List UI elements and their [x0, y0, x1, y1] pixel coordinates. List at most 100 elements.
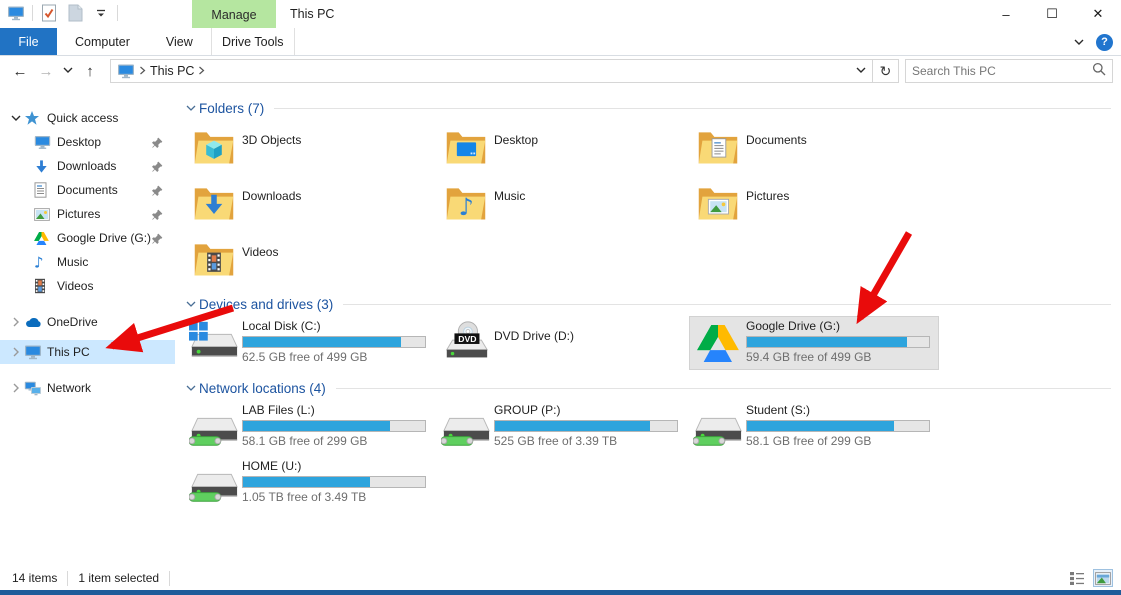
chevron-down-icon[interactable]	[183, 104, 199, 112]
up-button[interactable]: ↑	[80, 64, 100, 79]
properties-check-icon[interactable]	[39, 3, 59, 23]
tile-label: Google Drive (G:)	[746, 319, 938, 333]
contextual-group-manage[interactable]: Manage	[192, 0, 276, 29]
tab-drive-tools[interactable]: Drive Tools	[211, 28, 295, 55]
gdrive-big-icon	[697, 325, 739, 362]
tile-videos[interactable]: Videos	[185, 232, 435, 286]
quick-access-toolbar	[6, 3, 118, 23]
tab-view[interactable]: View	[148, 28, 211, 55]
downloads-icon	[34, 159, 49, 174]
network-icon	[24, 381, 42, 396]
free-space-text: 1.05 TB free of 3.49 TB	[242, 490, 434, 504]
close-button[interactable]: ✕	[1075, 0, 1121, 28]
tile-google-drive-g[interactable]: Google Drive (G:) 59.4 GB free of 499 GB	[689, 316, 939, 370]
sidebar-item-desktop[interactable]: Desktop	[0, 130, 175, 154]
ribbon-tab-row: File Computer View Drive Tools ?	[0, 28, 1121, 56]
sidebar-item-documents[interactable]: Documents	[0, 178, 175, 202]
sidebar-item-pictures[interactable]: Pictures	[0, 202, 175, 226]
chevron-right-icon[interactable]	[8, 317, 24, 327]
section-title: Folders (7)	[199, 101, 264, 116]
tile-desktop[interactable]: Desktop	[437, 120, 687, 174]
svg-text:DVD: DVD	[458, 334, 476, 344]
breadcrumb-separator-icon	[139, 64, 146, 78]
tile-label: 3D Objects	[242, 133, 434, 147]
sidebar-item-network[interactable]: Network	[0, 376, 175, 400]
sidebar-item-google-drive-g[interactable]: Google Drive (G:)	[0, 226, 175, 250]
minimize-button[interactable]: –	[983, 0, 1029, 28]
tile-music[interactable]: ♪Music	[437, 176, 687, 230]
folder-music-icon: ♪	[444, 180, 488, 226]
details-view-icon[interactable]	[1067, 569, 1087, 587]
tile-label: HOME (U:)	[242, 459, 434, 473]
tab-computer[interactable]: Computer	[57, 28, 148, 55]
tile-dvd-drive-d[interactable]: DVDDVD Drive (D:)	[437, 316, 687, 370]
chevron-down-icon[interactable]	[183, 300, 199, 308]
sidebar-item-downloads[interactable]: Downloads	[0, 154, 175, 178]
search-icon[interactable]	[1092, 62, 1106, 81]
folder-videos-icon	[192, 236, 236, 282]
sidebar-item-label: OneDrive	[47, 315, 98, 329]
tile-label: LAB Files (L:)	[242, 403, 434, 417]
status-separator	[169, 571, 170, 586]
section-header-network-locations-4[interactable]: Network locations (4)	[183, 378, 1113, 398]
sidebar-item-music[interactable]: ♪Music	[0, 250, 175, 274]
this-pc-icon[interactable]	[6, 3, 26, 23]
tile-3d-objects[interactable]: 3D Objects	[185, 120, 435, 174]
customize-toolbar-icon[interactable]	[91, 3, 111, 23]
tile-lab-files-l[interactable]: LAB Files (L:) 58.1 GB free of 299 GB	[185, 400, 435, 454]
tile-downloads[interactable]: Downloads	[185, 176, 435, 230]
chevron-down-icon[interactable]	[183, 384, 199, 392]
free-space-text: 58.1 GB free of 299 GB	[242, 434, 434, 448]
sidebar-item-videos[interactable]: Videos	[0, 274, 175, 298]
section-header-folders-7[interactable]: Folders (7)	[183, 98, 1113, 118]
net-drive-icon	[189, 461, 239, 505]
chevron-down-icon[interactable]	[8, 114, 24, 122]
tile-local-disk-c[interactable]: Local Disk (C:)62.5 GB free of 499 GB	[185, 316, 435, 370]
forward-button[interactable]: →	[36, 64, 56, 79]
free-space-text: 62.5 GB free of 499 GB	[242, 350, 434, 364]
refresh-icon[interactable]: ↻	[872, 60, 898, 82]
chevron-right-icon[interactable]	[8, 383, 24, 393]
free-space-text: 59.4 GB free of 499 GB	[746, 350, 938, 364]
capacity-bar	[242, 476, 426, 488]
sidebar-item-label: Quick access	[47, 111, 118, 125]
breadcrumb-separator-icon[interactable]	[198, 64, 205, 78]
address-bar[interactable]: This PC ↻	[110, 59, 899, 83]
sidebar-item-onedrive[interactable]: OneDrive	[0, 310, 175, 334]
thumbnail-view-icon[interactable]	[1093, 569, 1113, 587]
chevron-right-icon[interactable]	[8, 347, 24, 357]
search-input[interactable]	[912, 64, 1092, 78]
new-item-icon[interactable]	[65, 3, 85, 23]
capacity-bar	[494, 420, 678, 432]
net-drive-icon	[693, 405, 743, 449]
sidebar-item-this-pc[interactable]: This PC	[0, 340, 175, 364]
section-divider	[336, 388, 1111, 389]
music-icon: ♪	[34, 254, 46, 270]
maximize-button[interactable]: ☐	[1029, 0, 1075, 28]
tab-file[interactable]: File	[0, 28, 57, 55]
sidebar-item-label: Pictures	[57, 207, 100, 221]
ribbon-collapse-icon[interactable]	[1074, 33, 1084, 51]
pin-icon	[152, 161, 163, 172]
search-box[interactable]	[905, 59, 1113, 83]
section-header-devices-and-drives-3[interactable]: Devices and drives (3)	[183, 294, 1113, 314]
pin-icon	[152, 137, 163, 148]
help-icon[interactable]: ?	[1096, 34, 1113, 51]
tile-pictures[interactable]: Pictures	[689, 176, 939, 230]
tile-student-s[interactable]: Student (S:)58.1 GB free of 299 GB	[689, 400, 939, 454]
section-title: Devices and drives (3)	[199, 297, 333, 312]
back-button[interactable]: ←	[10, 64, 30, 79]
history-dropdown-icon[interactable]	[62, 66, 74, 77]
sidebar-item-label: This PC	[47, 345, 90, 359]
capacity-bar	[746, 336, 930, 348]
address-dropdown-icon[interactable]	[850, 66, 872, 77]
toolbar-separator	[32, 5, 33, 21]
tile-group-p[interactable]: GROUP (P:)525 GB free of 3.39 TB	[437, 400, 687, 454]
tile-documents[interactable]: Documents	[689, 120, 939, 174]
breadcrumb-this-pc[interactable]: This PC	[150, 64, 194, 78]
onedrive-icon	[24, 316, 42, 328]
sidebar-item-quick-access[interactable]: Quick access	[0, 106, 175, 130]
title-bar: Manage This PC – ☐ ✕	[0, 0, 1121, 28]
tile-home-u[interactable]: HOME (U:) 1.05 TB free of 3.49 TB	[185, 456, 435, 510]
svg-text:♪: ♪	[34, 254, 44, 270]
